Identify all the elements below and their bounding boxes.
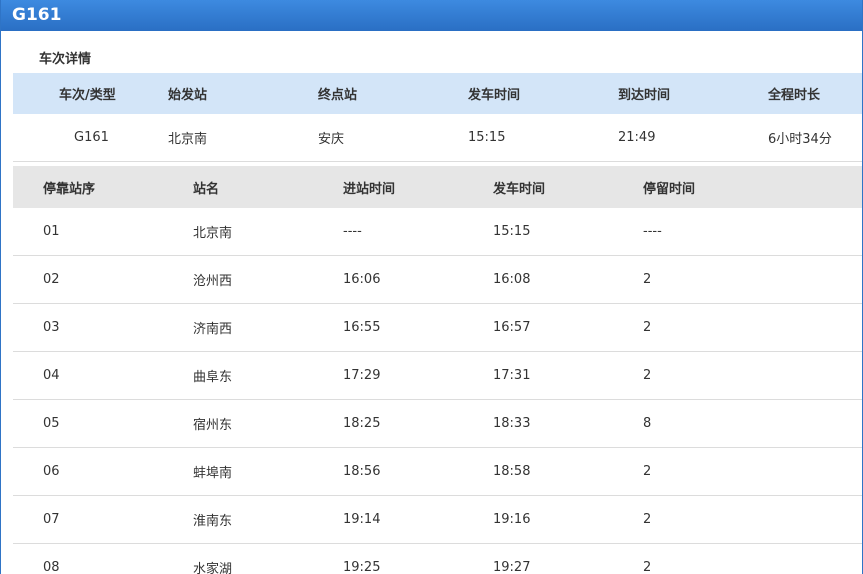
stop-depart-time: 17:31	[493, 368, 531, 383]
stop-station: 济南西	[193, 322, 233, 337]
stop-depart-time: 15:15	[493, 224, 531, 239]
stop-depart-time: 18:58	[493, 464, 531, 479]
table-row: 03 济南西 16:55 16:57 2	[13, 304, 862, 352]
stop-seq: 04	[43, 368, 60, 383]
stop-arrive-time: 18:25	[343, 416, 381, 431]
stop-seq: 03	[43, 320, 60, 335]
summary-duration: 6小时34分	[768, 132, 832, 147]
stop-seq: 05	[43, 416, 60, 431]
stops-col-arrive: 进站时间	[343, 181, 396, 197]
summary-train-number: G161	[74, 130, 109, 145]
stop-arrive-time: 16:06	[343, 272, 381, 287]
train-number-title: G161	[1, 0, 862, 31]
stop-seq: 02	[43, 272, 60, 287]
summary-depart-time: 15:15	[468, 130, 506, 145]
stops-col-depart: 发车时间	[493, 181, 546, 197]
stop-station: 曲阜东	[193, 370, 233, 385]
stops-header-row: 停靠站序 站名 进站时间 发车时间 停留时间	[13, 166, 862, 208]
table-row: 01 北京南 ---- 15:15 ----	[13, 208, 862, 256]
table-row: 02 沧州西 16:06 16:08 2	[13, 256, 862, 304]
summary-origin: 北京南	[168, 132, 208, 147]
stop-station: 北京南	[193, 226, 233, 241]
stops-col-seq: 停靠站序	[43, 181, 96, 197]
stop-depart-time: 18:33	[493, 416, 531, 431]
stop-stay-time: 2	[643, 320, 652, 335]
stop-arrive-time: 19:14	[343, 512, 381, 527]
stop-seq: 06	[43, 464, 60, 479]
stops-col-station: 站名	[193, 181, 220, 197]
stop-arrive-time: 16:55	[343, 320, 381, 335]
stop-stay-time: 2	[643, 272, 652, 287]
stop-stay-time: 8	[643, 416, 652, 431]
stop-stay-time: 2	[643, 464, 652, 479]
stop-arrive-time: 18:56	[343, 464, 381, 479]
table-row: 05 宿州东 18:25 18:33 8	[13, 400, 862, 448]
stops-col-stay: 停留时间	[643, 181, 696, 197]
stop-stay-time: ----	[643, 224, 662, 239]
section-title: 车次详情	[39, 52, 92, 67]
stop-station: 宿州东	[193, 418, 233, 433]
stop-arrive-time: 17:29	[343, 368, 381, 383]
stop-depart-time: 19:16	[493, 512, 531, 527]
summary-col-origin: 始发站	[168, 88, 208, 103]
stop-seq: 07	[43, 512, 60, 527]
stop-station: 沧州西	[193, 274, 233, 289]
train-detail-panel: G161 车次详情 车次/类型 始发站 终点站 发车时间 到达时间 全程时长 G…	[0, 0, 863, 574]
stop-seq: 01	[43, 224, 60, 239]
stop-arrive-time: 19:25	[343, 560, 381, 574]
stop-seq: 08	[43, 560, 60, 574]
summary-col-arrive: 到达时间	[618, 88, 671, 103]
summary-col-depart: 发车时间	[468, 88, 521, 103]
stop-depart-time: 19:27	[493, 560, 531, 574]
stop-stay-time: 2	[643, 368, 652, 383]
summary-arrive-time: 21:49	[618, 130, 656, 145]
table-row: 04 曲阜东 17:29 17:31 2	[13, 352, 862, 400]
stop-arrive-time: ----	[343, 224, 362, 239]
table-row: 06 蚌埠南 18:56 18:58 2	[13, 448, 862, 496]
summary-col-terminal: 终点站	[318, 88, 358, 103]
summary-header-row: 车次/类型 始发站 终点站 发车时间 到达时间 全程时长	[13, 73, 862, 114]
stop-station: 蚌埠南	[193, 466, 233, 481]
summary-data-row: G161 北京南 安庆 15:15 21:49 6小时34分	[13, 114, 862, 162]
stop-stay-time: 2	[643, 512, 652, 527]
stops-table-body: 01 北京南 ---- 15:15 ---- 02 沧州西 16:06 16:08 2 03 济南西 1…	[13, 208, 862, 574]
summary-col-train-type: 车次/类型	[59, 88, 116, 103]
stop-depart-time: 16:08	[493, 272, 531, 287]
summary-col-duration: 全程时长	[768, 88, 821, 103]
summary-terminal: 安庆	[318, 132, 345, 147]
stop-stay-time: 2	[643, 560, 652, 574]
stop-station: 淮南东	[193, 514, 233, 529]
stop-station: 水家湖	[193, 562, 233, 574]
stop-depart-time: 16:57	[493, 320, 531, 335]
table-row: 08 水家湖 19:25 19:27 2	[13, 544, 862, 574]
table-row: 07 淮南东 19:14 19:16 2	[13, 496, 862, 544]
